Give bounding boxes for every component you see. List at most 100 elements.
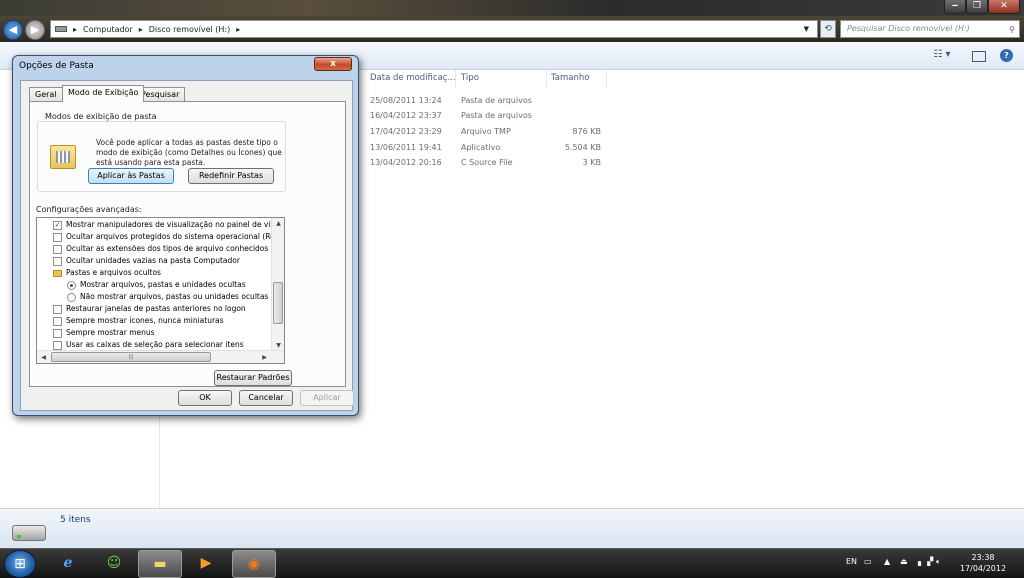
advanced-item-label: Restaurar janelas de pastas anteriores n…	[66, 304, 246, 313]
windows-explorer-icon[interactable]: ▬	[138, 550, 182, 578]
volume-icon[interactable]: 🔈︎	[936, 557, 941, 567]
file-type: Pasta de arquivos	[461, 111, 532, 120]
column-header-date[interactable]: Data de modificaç...	[370, 73, 456, 83]
column-header-size[interactable]: Tamanho	[551, 73, 589, 83]
close-window-button[interactable]: ✕	[988, 0, 1020, 14]
media-player-icon[interactable]: ▶	[184, 550, 228, 578]
apply-button[interactable]: Aplicar	[300, 390, 354, 406]
minimize-button[interactable]: ‒	[944, 0, 966, 14]
advanced-item-label: Ocultar unidades vazias na pasta Computa…	[66, 256, 240, 265]
status-bar: 5 itens	[0, 508, 1024, 548]
advanced-item-label: Usar as caixas de seleção para seleciona…	[66, 340, 244, 349]
restore-defaults-button[interactable]: Restaurar Padrões	[214, 370, 292, 386]
advanced-item[interactable]: Sempre mostrar ícones, nunca miniaturas	[53, 315, 224, 327]
breadcrumb-computer[interactable]: Computador	[83, 25, 133, 34]
folder-options-dialog: Opções de Pasta x Geral Modo de Exibição…	[12, 55, 359, 416]
advanced-item[interactable]: Não mostrar arquivos, pastas ou unidades…	[67, 291, 268, 303]
advanced-item[interactable]: ✓ Mostrar manipuladores de visualização n…	[53, 219, 271, 231]
tab-view[interactable]: Modo de Exibição	[62, 85, 145, 102]
start-button[interactable]: ⊞	[4, 550, 36, 578]
horizontal-scrollbar[interactable]: ◀ ||| ▶	[37, 350, 284, 363]
address-row: ◀ ▶ ▸ Computador ▸ Disco removível (H:) …	[0, 16, 1024, 42]
advanced-item-label: Ocultar arquivos protegidos do sistema o…	[66, 232, 271, 241]
checkbox[interactable]	[53, 304, 62, 314]
advanced-settings-label: Configurações avançadas:	[36, 205, 142, 214]
folder-views-group: Você pode aplicar a todas as pastas dest…	[37, 121, 286, 192]
file-size: 876 KB	[572, 127, 601, 136]
checkbox[interactable]	[53, 316, 62, 326]
column-header-type[interactable]: Tipo	[461, 73, 479, 83]
scroll-up-icon[interactable]: ▲	[272, 220, 284, 227]
dialog-title: Opções de Pasta	[19, 61, 94, 71]
checkbox[interactable]	[53, 244, 62, 254]
radio-selected[interactable]	[67, 280, 76, 290]
breadcrumb-separator-icon: ▸	[236, 24, 241, 34]
advanced-item[interactable]: Mostrar arquivos, pastas e unidades ocul…	[67, 279, 246, 291]
ok-button[interactable]: OK	[178, 390, 232, 406]
advanced-item[interactable]: Ocultar unidades vazias na pasta Computa…	[53, 255, 240, 267]
refresh-button[interactable]: ⟲	[820, 20, 836, 38]
firefox-icon[interactable]: ◉	[232, 550, 276, 578]
breadcrumb-drive[interactable]: Disco removível (H:)	[149, 25, 230, 34]
checkbox[interactable]	[53, 328, 62, 338]
reset-folders-button[interactable]: Redefinir Pastas	[188, 168, 274, 184]
file-type: Arquivo TMP	[461, 127, 511, 136]
forward-button[interactable]: ▶	[25, 20, 45, 40]
file-date: 25/08/2011 13:24	[370, 96, 442, 105]
vertical-scrollbar[interactable]: ▲ ▼	[271, 218, 284, 351]
internet-explorer-icon[interactable]: e	[46, 550, 90, 578]
keyboard-icon[interactable]: ▭	[864, 557, 872, 566]
address-dropdown-icon[interactable]: ▼	[804, 25, 809, 33]
checkbox[interactable]	[53, 256, 62, 266]
show-hidden-icons-icon[interactable]: ▲	[884, 557, 890, 566]
removable-drive-icon	[12, 525, 46, 541]
drive-breadcrumb-icon	[55, 26, 67, 32]
scroll-left-icon[interactable]: ◀	[37, 354, 50, 361]
cancel-button[interactable]: Cancelar	[239, 390, 293, 406]
folder-views-group-title: Modos de exibição de pasta	[42, 112, 160, 121]
search-input[interactable]: Pesquisar Disco removível (H:) ⚲	[840, 20, 1020, 38]
view-options-icon[interactable]: ☷ ▾	[930, 49, 954, 63]
checkbox[interactable]	[53, 232, 62, 242]
address-bar[interactable]: ▸ Computador ▸ Disco removível (H:) ▸ ▼	[50, 20, 818, 38]
breadcrumb-separator-icon: ▸	[73, 24, 78, 34]
file-type: C Source File	[461, 158, 513, 167]
advanced-item-label: Mostrar manipuladores de visualização no…	[66, 220, 271, 229]
vertical-scroll-thumb[interactable]	[273, 282, 283, 324]
back-button[interactable]: ◀	[3, 20, 23, 40]
advanced-item[interactable]: Ocultar as extensões dos tipos de arquiv…	[53, 243, 268, 255]
scroll-down-icon[interactable]: ▼	[272, 342, 284, 349]
file-type: Pasta de arquivos	[461, 96, 532, 105]
advanced-item[interactable]: Ocultar arquivos protegidos do sistema o…	[53, 231, 271, 243]
file-date: 17/04/2012 23:29	[370, 127, 442, 136]
restore-button[interactable]: ❐	[966, 0, 988, 14]
network-icon[interactable]: ▖▗▘	[918, 557, 936, 566]
safely-remove-icon[interactable]: ⏏	[900, 557, 908, 566]
tab-general[interactable]: Geral	[29, 87, 63, 102]
advanced-item-label: Ocultar as extensões dos tipos de arquiv…	[66, 244, 269, 253]
language-indicator[interactable]: EN	[846, 557, 857, 566]
checkbox-checked[interactable]: ✓	[53, 220, 62, 230]
messenger-icon[interactable]: ☺	[92, 550, 136, 578]
file-type: Aplicativo	[461, 143, 501, 152]
column-separator[interactable]	[546, 70, 547, 88]
horizontal-scroll-thumb[interactable]: |||	[51, 352, 211, 362]
dialog-close-button[interactable]: x	[314, 57, 352, 71]
advanced-settings-list[interactable]: ✓ Mostrar manipuladores de visualização n…	[36, 217, 285, 364]
advanced-item[interactable]: Sempre mostrar menus	[53, 327, 155, 339]
column-separator[interactable]	[455, 70, 456, 88]
item-count: 5 itens	[60, 515, 91, 525]
taskbar: ⊞ e ☺ ▬ ▶ ◉ EN ▭ ▲ ⏏ ▖▗▘ 🔈︎ 23:38 17/04/…	[0, 548, 1024, 578]
help-icon[interactable]: ?	[1000, 49, 1013, 62]
scroll-right-icon[interactable]: ▶	[258, 354, 271, 361]
apply-to-folders-button[interactable]: Aplicar às Pastas	[88, 168, 174, 184]
clock[interactable]: 23:38 17/04/2012	[956, 552, 1010, 574]
preview-pane-icon[interactable]	[972, 51, 986, 62]
breadcrumb-separator-icon: ▸	[138, 24, 143, 34]
folder-icon	[53, 269, 62, 277]
advanced-group: Pastas e arquivos ocultos	[53, 267, 161, 279]
column-separator[interactable]	[606, 70, 607, 88]
advanced-item[interactable]: Restaurar janelas de pastas anteriores n…	[53, 303, 246, 315]
radio[interactable]	[67, 292, 76, 302]
checkbox[interactable]	[53, 340, 62, 350]
